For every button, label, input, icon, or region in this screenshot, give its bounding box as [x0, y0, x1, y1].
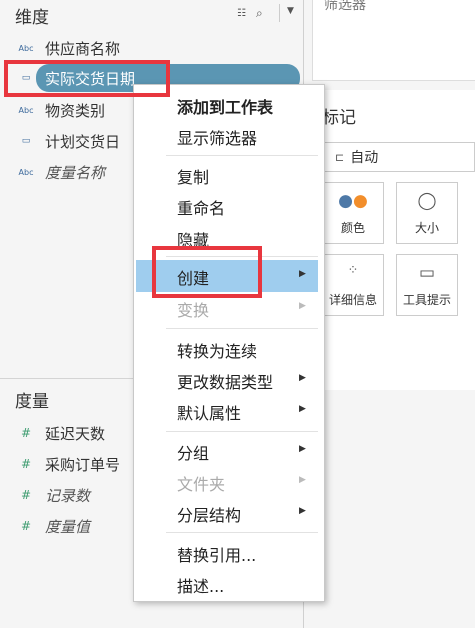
dimension-field[interactable]: ▭ 计划交货日	[0, 127, 120, 155]
view-list-icon[interactable]: ☷	[237, 8, 246, 19]
measure-field[interactable]: # 记录数	[0, 481, 90, 509]
field-name: 供应商名称	[45, 39, 121, 58]
menu-item-convert-continuous[interactable]: 转换为连续	[177, 338, 257, 362]
submenu-arrow-icon: ▶	[299, 301, 306, 311]
mark-type-icon: ⊏	[335, 150, 345, 164]
menu-item-describe[interactable]: 描述...	[177, 573, 224, 597]
menu-item-add-to-sheet[interactable]: 添加到工作表	[177, 94, 273, 118]
date-type-icon: ▭	[21, 136, 31, 146]
mark-type-label: 自动	[350, 150, 379, 166]
string-type-icon: Abc	[18, 167, 34, 177]
number-type-icon: #	[20, 488, 32, 502]
search-icon[interactable]: ⌕	[256, 6, 263, 21]
dimensions-title: 维度	[15, 8, 49, 28]
annotation-box-field	[4, 60, 170, 97]
mark-button-label: 工具提示	[402, 293, 451, 307]
submenu-arrow-icon: ▶	[299, 373, 306, 383]
submenu-arrow-icon: ▶	[299, 506, 306, 516]
menu-item-show-filter[interactable]: 显示筛选器	[177, 125, 257, 149]
menu-item-default-properties[interactable]: 默认属性	[177, 400, 241, 424]
number-type-icon: #	[20, 426, 32, 440]
submenu-arrow-icon: ▶	[299, 404, 306, 414]
submenu-arrow-icon: ▶	[299, 475, 306, 485]
mark-button-label: 颜色	[340, 221, 365, 235]
field-name: 计划交货日	[45, 132, 121, 151]
menu-item-transform: 变换	[177, 301, 210, 320]
menu-item-rename[interactable]: 重命名	[177, 195, 225, 219]
field-name: 物资类别	[45, 101, 106, 120]
dimension-field[interactable]: Abc 物资类别	[0, 96, 106, 124]
menu-separator	[166, 328, 318, 329]
string-type-icon: Abc	[18, 43, 34, 53]
number-type-icon: #	[20, 457, 32, 471]
dimension-field[interactable]: Abc 供应商名称	[0, 34, 121, 62]
toolbar-separator	[279, 4, 280, 22]
field-name: 采购订单号	[45, 455, 121, 474]
menu-item-replace-references[interactable]: 替换引用...	[177, 542, 256, 566]
filters-shelf-title: 筛选器	[324, 0, 366, 13]
number-type-icon: #	[20, 519, 32, 533]
menu-item-folder: 文件夹	[177, 475, 226, 494]
menu-item-hierarchy[interactable]: 分层结构	[177, 502, 241, 526]
measure-field[interactable]: # 采购订单号	[0, 450, 120, 478]
mark-button-label: 大小	[414, 221, 439, 235]
menu-separator	[166, 155, 318, 156]
mark-button-label: 详细信息	[328, 293, 377, 307]
menu-item-change-data-type[interactable]: 更改数据类型	[177, 369, 273, 393]
menu-separator	[166, 532, 318, 533]
annotation-box-create	[152, 246, 262, 298]
string-type-icon: Abc	[18, 105, 34, 115]
detail-icon: ⁘	[347, 263, 359, 278]
dimension-field[interactable]: Abc 度量名称	[0, 158, 106, 186]
marks-title: 标记	[322, 108, 356, 128]
color-icon: ●●	[338, 191, 368, 211]
size-button[interactable]: ◯ 大小	[396, 182, 458, 244]
tooltip-icon: ▭	[418, 263, 436, 283]
submenu-arrow-icon: ▶	[299, 269, 306, 279]
field-name: 延迟天数	[45, 424, 106, 443]
menu-item-duplicate[interactable]: 复制	[177, 164, 209, 188]
color-button[interactable]: ●● 颜色	[322, 182, 384, 244]
field-name: 度量名称	[45, 163, 106, 182]
field-name: 度量值	[45, 517, 91, 536]
measure-field[interactable]: # 度量值	[0, 512, 90, 540]
menu-separator	[166, 431, 318, 432]
menu-item-group[interactable]: 分组	[177, 440, 209, 464]
field-name: 记录数	[45, 486, 91, 505]
submenu-arrow-icon: ▶	[299, 444, 306, 454]
mark-type-dropdown[interactable]: ⊏ 自动	[322, 142, 475, 172]
measure-field[interactable]: # 延迟天数	[0, 419, 105, 447]
tooltip-button[interactable]: ▭ 工具提示	[396, 254, 458, 316]
chevron-down-icon[interactable]: ▼	[287, 6, 294, 16]
size-icon: ◯	[417, 191, 437, 211]
pane-toolbar: ☷ ⌕	[237, 6, 263, 21]
measures-title: 度量	[15, 392, 49, 412]
detail-button[interactable]: ⁘ 详细信息	[322, 254, 384, 316]
